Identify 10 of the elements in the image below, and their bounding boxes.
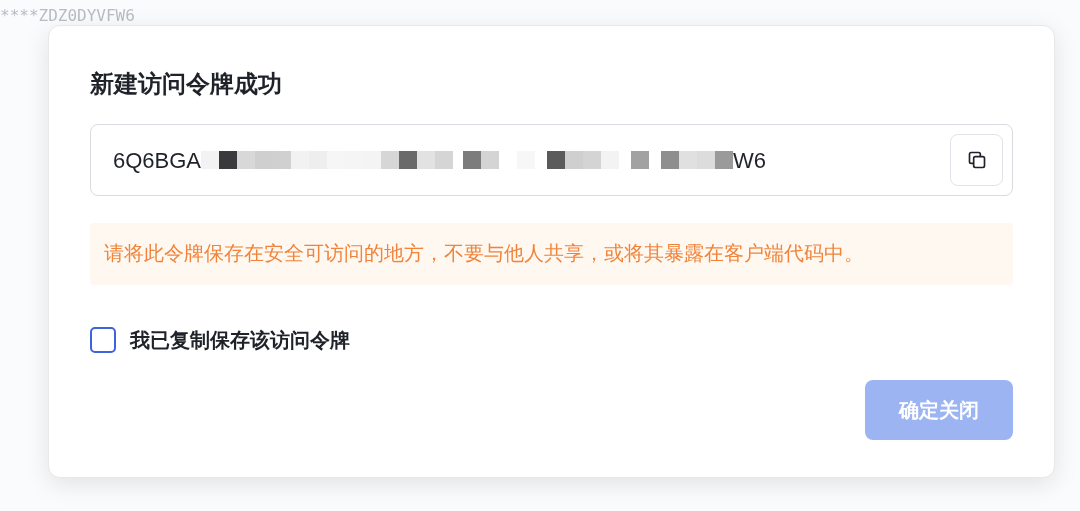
token-field[interactable]: 6Q6BGA W6 xyxy=(90,124,1013,196)
checkbox[interactable] xyxy=(90,327,116,353)
copy-icon xyxy=(966,150,987,170)
checkbox-label: 我已复制保存该访问令牌 xyxy=(130,328,350,353)
token-text: 6Q6BGA xyxy=(113,146,202,175)
copy-button[interactable] xyxy=(950,134,1003,186)
warning-text: 请将此令牌保存在安全可访问的地方，不要与他人共享，或将其暴露在客户端代码中。 xyxy=(104,241,864,267)
dialog-title: 新建访问令牌成功 xyxy=(90,69,283,99)
token-text: ****ZDZ0DYVFW6 xyxy=(0,6,135,25)
token-text: W6 xyxy=(733,146,767,175)
